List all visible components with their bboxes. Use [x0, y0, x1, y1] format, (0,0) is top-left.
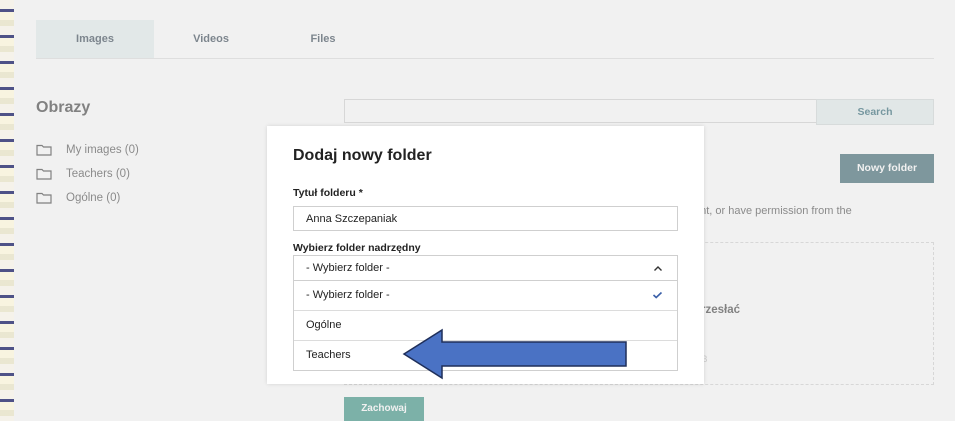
decorative-left-border [0, 0, 14, 421]
parent-folder-select[interactable]: - Wybierz folder - [293, 255, 678, 281]
folder-title-label: Tytuł folderu * [293, 187, 363, 199]
option-label: Ogólne [306, 319, 342, 331]
select-value: - Wybierz folder - [306, 262, 390, 274]
option-label: - Wybierz folder - [306, 289, 390, 301]
dialog-title: Dodaj nowy folder [293, 147, 432, 164]
option-label: Teachers [306, 349, 351, 361]
folder-title-input[interactable] [293, 206, 678, 231]
media-manager: Images Videos Files Obrazy My images (0)… [14, 0, 955, 421]
parent-folder-label: Wybierz folder nadrzędny [293, 242, 421, 254]
chevron-up-icon [654, 266, 662, 271]
check-icon [652, 291, 663, 299]
option-select-folder[interactable]: - Wybierz folder - [294, 281, 677, 311]
blue-arrow-annotation [402, 328, 627, 380]
